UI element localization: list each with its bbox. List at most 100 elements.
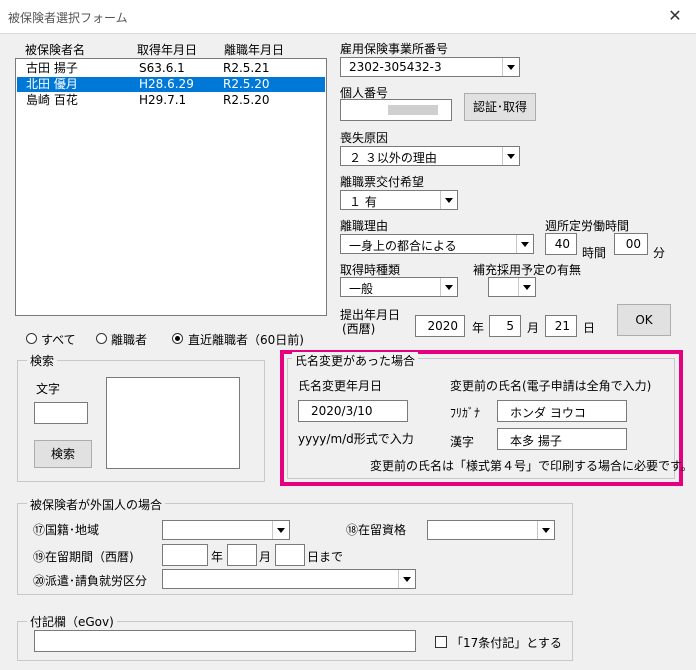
residence-status-label: ⑱在留資格 <box>346 523 407 537</box>
radio-retired[interactable] <box>96 333 107 344</box>
loss-reason-value: ２ ３以外の理由 <box>349 151 437 165</box>
submit-month-value: 5 <box>506 319 514 333</box>
insured-listbox[interactable]: 古田 揚子 S63.6.1 R2.5.21 北田 優月 H28.6.29 R2.… <box>15 58 327 316</box>
submit-year-input[interactable]: 2020 <box>415 315 465 337</box>
office-number-select[interactable]: 2302-305432-3 <box>340 57 520 77</box>
list-header-name: 被保険者名 <box>25 43 86 57</box>
period-year-unit: 年 <box>211 550 224 564</box>
chevron-down-icon[interactable] <box>516 235 533 253</box>
auth-button[interactable]: 認証･取得 <box>464 93 536 121</box>
residence-status-select[interactable] <box>427 520 555 540</box>
acq-type-label: 取得時種類 <box>340 263 401 277</box>
work-hours-value: 40 <box>554 237 570 251</box>
month-unit: 月 <box>527 321 540 335</box>
reason-value: 一身上の都合による <box>349 239 457 253</box>
list-header-left: 離職年月日 <box>224 43 285 57</box>
supplement-label: 補充採用予定の有無 <box>473 263 582 277</box>
list-item-name: 北田 優月 <box>26 77 78 91</box>
article17-checkbox-label: 「17条付記」とする <box>451 636 562 650</box>
list-header-acquired: 取得年月日 <box>137 43 198 57</box>
work-hours-label: 週所定労働時間 <box>545 219 630 233</box>
period-day-unit: 日まで <box>307 550 344 564</box>
furigana-label: ﾌﾘｶﾞﾅ <box>450 406 481 420</box>
name-change-note: 変更前の氏名は「様式第４号」で印刷する場合に必要です。 <box>370 459 693 473</box>
period-year-input[interactable] <box>162 544 208 566</box>
chevron-down-icon[interactable] <box>537 521 554 539</box>
search-results-list[interactable] <box>106 377 240 469</box>
list-item-acquired: H28.6.29 <box>139 77 194 91</box>
reason-label: 離職理由 <box>340 219 389 233</box>
residence-period-label: ⑲在留期間（西暦) <box>33 550 134 564</box>
search-text-label: 文字 <box>36 382 61 396</box>
hours-unit: 時間 <box>582 246 607 260</box>
certificate-select[interactable]: １ 有 <box>340 190 458 210</box>
reason-select[interactable]: 一身上の都合による <box>340 234 534 254</box>
search-input[interactable] <box>34 402 88 424</box>
supplement-select[interactable] <box>488 277 536 297</box>
chevron-down-icon[interactable] <box>502 147 519 165</box>
nationality-select[interactable] <box>162 520 290 540</box>
chevron-down-icon[interactable] <box>272 521 289 539</box>
period-month-unit: 月 <box>259 550 272 564</box>
chevron-down-icon[interactable] <box>398 570 415 588</box>
office-number-value: 2302-305432-3 <box>349 60 442 74</box>
list-item[interactable]: 島崎 百花 H29.7.1 R2.5.20 <box>17 93 325 108</box>
chevron-down-icon[interactable] <box>518 278 535 296</box>
work-hours-input[interactable]: 40 <box>545 233 577 255</box>
loss-reason-select[interactable]: ２ ３以外の理由 <box>340 146 520 166</box>
dispatch-select[interactable] <box>162 569 416 589</box>
name-change-legend: 氏名変更があった場合 <box>292 352 419 369</box>
search-legend: 検索 <box>27 352 58 369</box>
year-unit: 年 <box>472 321 485 335</box>
article17-checkbox[interactable] <box>435 636 447 648</box>
kanji-label: 漢字 <box>450 435 475 449</box>
certificate-label: 離職票交付希望 <box>340 175 425 189</box>
date-format-hint: yyyy/m/d形式で入力 <box>298 432 414 446</box>
mynumber-field[interactable] <box>340 99 452 121</box>
list-item[interactable]: 古田 揚子 S63.6.1 R2.5.21 <box>17 61 325 76</box>
list-item-name: 古田 揚子 <box>26 61 78 75</box>
chevron-down-icon[interactable] <box>440 191 457 209</box>
kanji-input[interactable]: 本多 揚子 <box>497 428 627 450</box>
name-change-date-input[interactable]: 2020/3/10 <box>298 400 408 422</box>
period-day-input[interactable] <box>275 544 305 566</box>
radio-retired-label: 離職者 <box>111 333 148 347</box>
radio-all[interactable] <box>26 333 37 344</box>
radio-recent-retired-label: 直近離職者（60日前) <box>188 333 304 347</box>
radio-recent-retired[interactable] <box>172 333 183 344</box>
memo-input[interactable] <box>34 630 416 652</box>
close-icon[interactable]: ✕ <box>664 6 686 26</box>
chevron-down-icon[interactable] <box>440 278 457 296</box>
dispatch-label: ⑳派遣･請負就労区分 <box>33 574 148 588</box>
ok-button[interactable]: OK <box>617 304 671 336</box>
office-number-label: 雇用保険事業所番号 <box>340 42 449 56</box>
list-item-name: 島崎 百花 <box>26 93 78 107</box>
submit-date-sublabel: (西暦) <box>342 322 376 336</box>
name-change-date-label: 氏名変更年月日 <box>298 379 383 393</box>
list-item-left: R2.5.20 <box>223 93 270 107</box>
minutes-unit: 分 <box>653 246 666 260</box>
loss-reason-label: 喪失原因 <box>340 131 389 145</box>
submit-month-input[interactable]: 5 <box>489 315 521 337</box>
list-item-left: R2.5.21 <box>223 61 270 75</box>
submit-day-input[interactable]: 21 <box>545 315 577 337</box>
list-item-left: R2.5.20 <box>223 77 270 91</box>
chevron-down-icon[interactable] <box>502 58 519 76</box>
list-item-acquired: S63.6.1 <box>139 61 185 75</box>
work-minutes-value: 00 <box>625 237 641 251</box>
foreigner-legend: 被保険者が外国人の場合 <box>27 496 166 513</box>
furigana-input[interactable]: ホンダ ヨウコ <box>497 400 627 422</box>
work-minutes-input[interactable]: 00 <box>614 233 648 255</box>
memo-legend: 付記欄（eGov) <box>27 613 117 630</box>
prev-name-label: 変更前の氏名(電子申請は全角で入力) <box>450 379 652 393</box>
acq-type-select[interactable]: 一般 <box>340 277 458 297</box>
submit-day-value: 21 <box>554 319 570 333</box>
search-button[interactable]: 検索 <box>34 440 92 468</box>
nationality-label: ⑰国籍･地域 <box>33 523 100 537</box>
submit-year-value: 2020 <box>427 319 458 333</box>
acq-type-value: 一般 <box>349 282 374 296</box>
certificate-value: １ 有 <box>349 195 377 209</box>
period-month-input[interactable] <box>227 544 257 566</box>
list-item-selected[interactable]: 北田 優月 H28.6.29 R2.5.20 <box>17 77 325 92</box>
day-unit: 日 <box>583 321 596 335</box>
